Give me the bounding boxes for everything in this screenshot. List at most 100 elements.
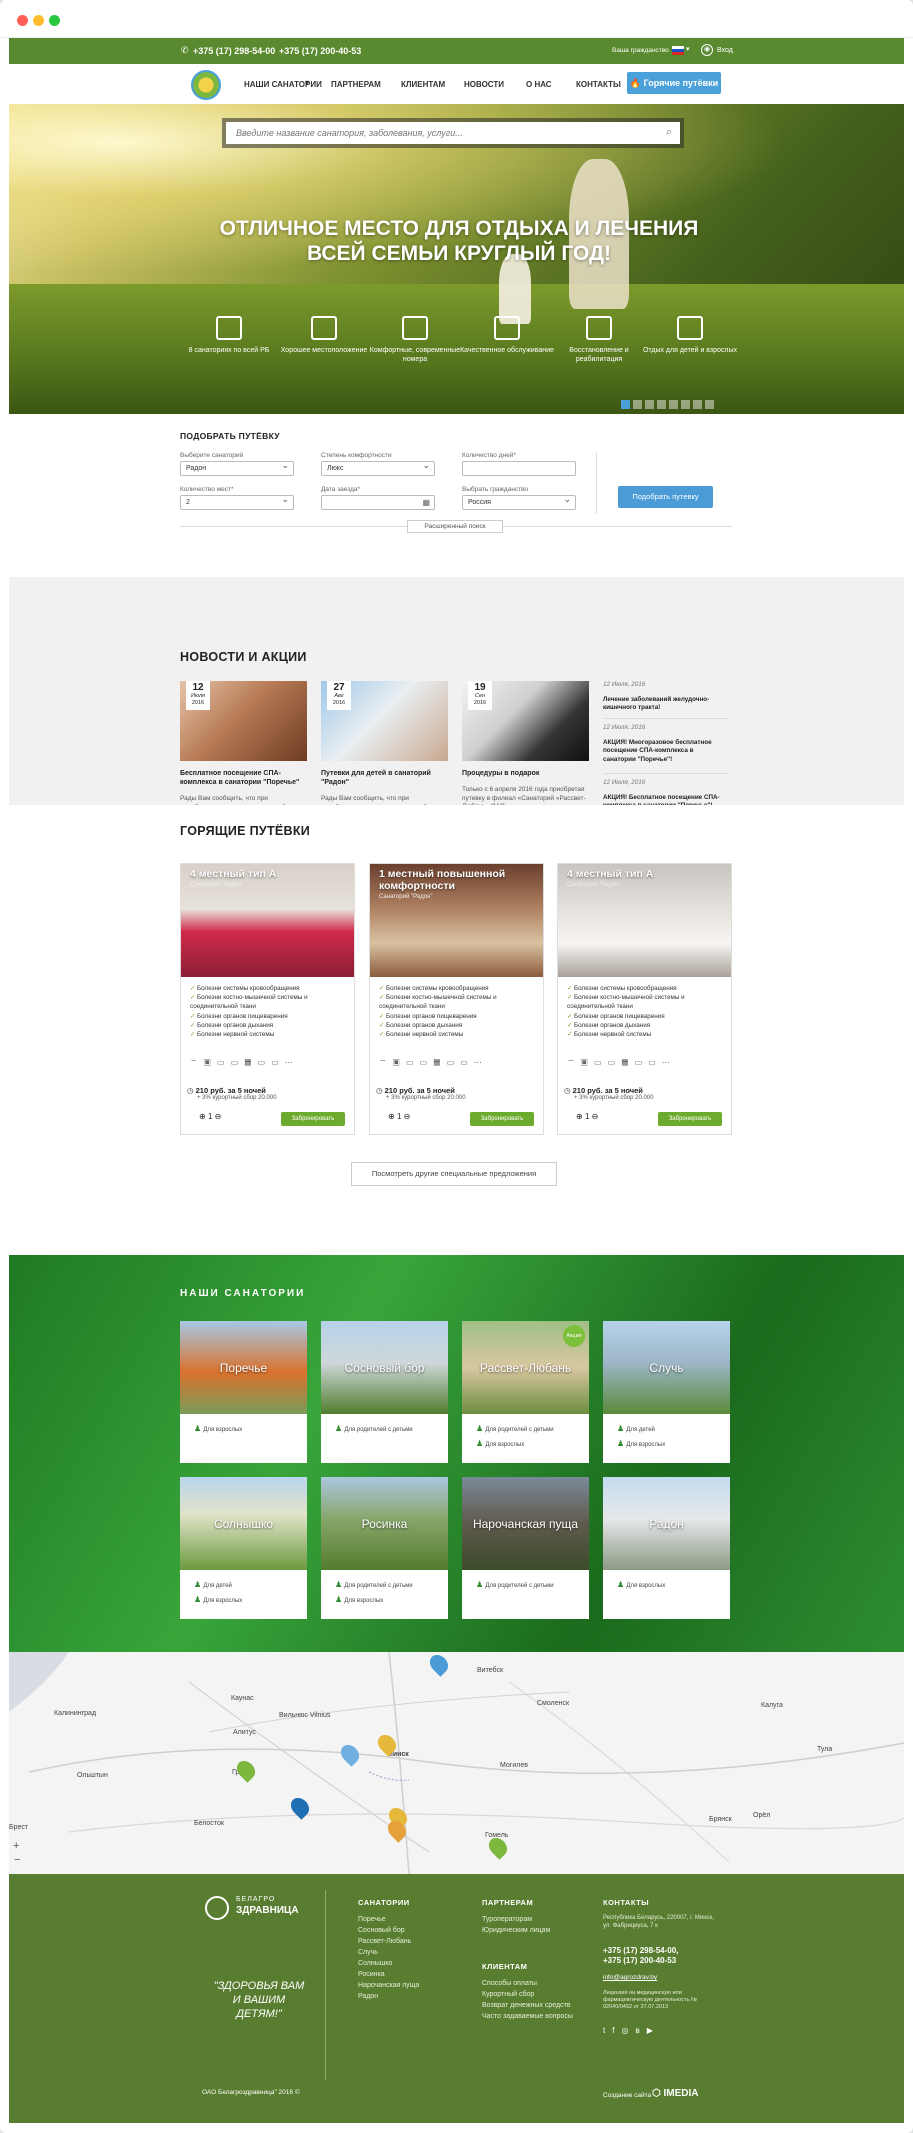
vk-icon[interactable]: в [635, 2026, 646, 2035]
minus-icon[interactable]: ⊖ [592, 1112, 599, 1121]
more-offers-button[interactable]: Посмотреть другие специальные предложени… [351, 1162, 557, 1186]
slider-dot[interactable] [621, 400, 630, 409]
sanatorium-card[interactable]: Сосновый бор Для родителей с детьми [321, 1321, 448, 1463]
news-card-title[interactable]: Бесплатное посещение СПА-комплекса в сан… [180, 769, 307, 787]
sanatorium-card[interactable]: Поречье Для взрослых [180, 1321, 307, 1463]
zoom-in-icon[interactable]: + [13, 1840, 19, 1852]
footer-logo-icon[interactable] [205, 1896, 229, 1920]
maximize-dot[interactable] [49, 15, 60, 26]
minus-icon[interactable]: ⊖ [404, 1112, 411, 1121]
slider-dot[interactable] [693, 400, 702, 409]
sanatorium-card[interactable]: Рассвет-Любань Акция Для родителей с дет… [462, 1321, 589, 1463]
nav-clients[interactable]: КЛИЕНТАМ [401, 80, 445, 89]
nav-about[interactable]: О НАС [526, 80, 552, 89]
footer-link[interactable]: Нарочанская пуща [358, 1980, 419, 1991]
sanatorium-name[interactable]: Поречье [180, 1361, 307, 1375]
tour-card[interactable]: 4 местный тип А Санаторий "Радон" Болезн… [180, 863, 355, 1135]
sanatorium-image[interactable]: Нарочанская пуща [462, 1477, 589, 1570]
plus-icon[interactable]: ⊕ [576, 1112, 583, 1121]
quantity-value[interactable]: 1 [585, 1112, 589, 1121]
comfort-select[interactable]: Люкс [321, 459, 435, 476]
search-input[interactable] [226, 122, 680, 144]
sanatorium-card[interactable]: Случь Для детей Для взрослых [603, 1321, 730, 1463]
footer-phone-2[interactable]: +375 (17) 200-40-53 [603, 1956, 676, 1965]
info-icon[interactable]: ◷ [564, 1086, 573, 1095]
news-image[interactable]: 27 Авг 2016 [321, 681, 448, 761]
phone-1[interactable]: +375 (17) 298-54-00 [193, 46, 275, 56]
plus-icon[interactable]: ⊕ [199, 1112, 206, 1121]
chevron-down-icon[interactable]: ▾ [686, 45, 690, 53]
news-image[interactable]: 12 Июля 2016 [180, 681, 307, 761]
twitter-icon[interactable]: t [603, 2026, 612, 2035]
sanatorium-name[interactable]: Случь [603, 1361, 730, 1375]
footer-phone-1[interactable]: +375 (17) 298-54-00, [603, 1946, 678, 1955]
hot-tours-button[interactable]: 🔥 Горячие путёвки [627, 72, 721, 94]
slider-dot[interactable] [705, 400, 714, 409]
footer-email[interactable]: info@agrozdrav.by [603, 1974, 657, 1981]
close-dot[interactable] [17, 15, 28, 26]
minus-icon[interactable]: ⊖ [215, 1112, 222, 1121]
sanatorium-image[interactable]: Рассвет-Любань Акция [462, 1321, 589, 1414]
quantity-value[interactable]: 1 [397, 1112, 401, 1121]
book-button[interactable]: Забронировать [658, 1112, 722, 1126]
days-input[interactable] [462, 461, 576, 476]
footer-link[interactable]: Радон [358, 1991, 419, 2002]
info-icon[interactable]: ◷ [187, 1086, 196, 1095]
tour-title[interactable]: 4 местный тип А [190, 868, 276, 880]
date-input[interactable]: ▦ [321, 495, 435, 510]
search-icon[interactable]: ⌕ [666, 126, 672, 139]
sanatorium-image[interactable]: Солнышко [180, 1477, 307, 1570]
slider-dot[interactable] [657, 400, 666, 409]
news-side-title[interactable]: АКЦИЯ! Многоразовое бесплатное посещение… [603, 739, 728, 765]
quantity-value[interactable]: 1 [208, 1112, 212, 1121]
tour-image[interactable]: 4 местный тип А Санаторий "Радон" [181, 864, 354, 977]
footer-link[interactable]: Росинка [358, 1969, 419, 1980]
sanatorium-image[interactable]: Сосновый бор [321, 1321, 448, 1414]
sanatorium-image[interactable]: Поречье [180, 1321, 307, 1414]
footer-link[interactable]: Юридическим лицам [482, 1925, 550, 1936]
sanatorium-image[interactable]: Росинка [321, 1477, 448, 1570]
sanatorium-name[interactable]: Росинка [321, 1517, 448, 1531]
tour-image[interactable]: 4 местный тип А Санаторий "Радон" [558, 864, 731, 977]
footer-link[interactable]: Солнышко [358, 1958, 419, 1969]
chevron-down-icon[interactable]: ▾ [305, 78, 309, 87]
sanatorium-name[interactable]: Солнышко [180, 1517, 307, 1531]
sanatorium-name[interactable]: Рассвет-Любань [462, 1361, 589, 1375]
sanatorium-name[interactable]: Радон [603, 1517, 730, 1531]
flag-icon[interactable] [672, 46, 684, 55]
find-tour-button[interactable]: Подобрать путевку [618, 486, 713, 508]
tour-card[interactable]: 4 местный тип А Санаторий "Радон" Болезн… [557, 863, 732, 1135]
news-side-item[interactable]: 12 Июля, 2016 Лечение заболеваний желудоч… [603, 681, 728, 713]
tour-title[interactable]: 4 местный тип А [567, 868, 653, 880]
zoom-out-icon[interactable]: − [14, 1854, 20, 1866]
slider-dot[interactable] [633, 400, 642, 409]
sanatorium-card[interactable]: Солнышко Для детей Для взрослых [180, 1477, 307, 1619]
book-button[interactable]: Забронировать [470, 1112, 534, 1126]
book-button[interactable]: Забронировать [281, 1112, 345, 1126]
extended-search-button[interactable]: Расширенный поиск [407, 520, 503, 533]
slider-dot[interactable] [681, 400, 690, 409]
footer-link[interactable]: Поречье [358, 1914, 419, 1925]
places-select[interactable]: 2 [180, 493, 294, 510]
footer-link[interactable]: Способы оплаты [482, 1978, 573, 1989]
footer-link[interactable]: Курортный сбор [482, 1989, 573, 2000]
sanatorium-name[interactable]: Нарочанская пуща [462, 1517, 589, 1531]
minimize-dot[interactable] [33, 15, 44, 26]
slider-dot[interactable] [645, 400, 654, 409]
phone-2[interactable]: +375 (17) 200-40-53 [279, 46, 361, 56]
instagram-icon[interactable]: ◎ [621, 2026, 635, 2035]
news-card[interactable]: 27 Авг 2016 Путевки для детей в санаторий … [321, 681, 448, 821]
plus-icon[interactable]: ⊕ [388, 1112, 395, 1121]
country-select[interactable]: Россия [462, 493, 576, 510]
sanatorium-image[interactable]: Радон [603, 1477, 730, 1570]
news-side-title[interactable]: Лечение заболеваний желудочно-кишечного … [603, 696, 728, 713]
news-card[interactable]: 19 Сен 2016 Процедуры в подарок Только с 6… [462, 681, 589, 812]
calendar-icon[interactable]: ▦ [422, 496, 430, 509]
nav-sanatoriums[interactable]: НАШИ САНАТОРИИ [244, 80, 322, 89]
sanatorium-image[interactable]: Случь [603, 1321, 730, 1414]
logo[interactable] [191, 70, 221, 100]
slider-dot[interactable] [669, 400, 678, 409]
footer-link[interactable]: Случь [358, 1947, 419, 1958]
sanatorium-card[interactable]: Росинка Для родителей с детьми Для взрос… [321, 1477, 448, 1619]
user-icon[interactable]: ◉ [701, 44, 713, 56]
